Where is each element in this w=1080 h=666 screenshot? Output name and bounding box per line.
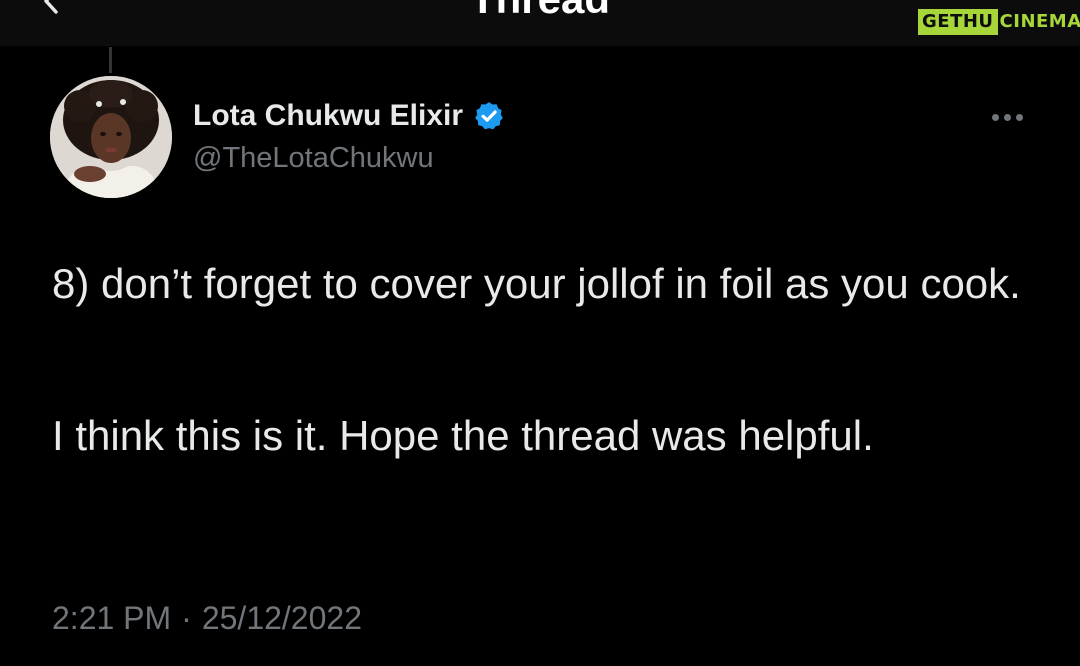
watermark-part-2: CINEMA xyxy=(999,11,1080,32)
dot-1 xyxy=(991,113,999,121)
user-handle[interactable]: @TheLotaChukwu xyxy=(193,142,434,175)
tweet-paragraph-1: 8) don’t forget to cover your jollof in … xyxy=(52,260,1021,307)
watermark-part-1: GETHU xyxy=(918,9,998,35)
dot-3 xyxy=(1015,113,1023,121)
avatar[interactable] xyxy=(50,76,172,198)
ellipsis-icon[interactable] xyxy=(985,104,1029,130)
tweet-paragraph-2: I think this is it. Hope the thread was … xyxy=(52,412,874,459)
watermark-logo: GETHU CINEMA xyxy=(918,9,1080,35)
avatar-image xyxy=(50,76,172,198)
tweet-time: 2:21 PM xyxy=(52,600,172,636)
verified-badge-icon xyxy=(475,102,503,130)
timestamp-separator: · xyxy=(181,600,192,636)
display-name[interactable]: Lota Chukwu Elixir xyxy=(193,99,463,133)
tweet-date: 25/12/2022 xyxy=(201,600,362,636)
dot-2 xyxy=(1003,113,1011,121)
tweet-timestamp[interactable]: 2:21 PM · 25/12/2022 xyxy=(52,600,362,637)
thread-connector-line xyxy=(109,47,112,73)
author-row: Lota Chukwu Elixir xyxy=(193,96,505,136)
